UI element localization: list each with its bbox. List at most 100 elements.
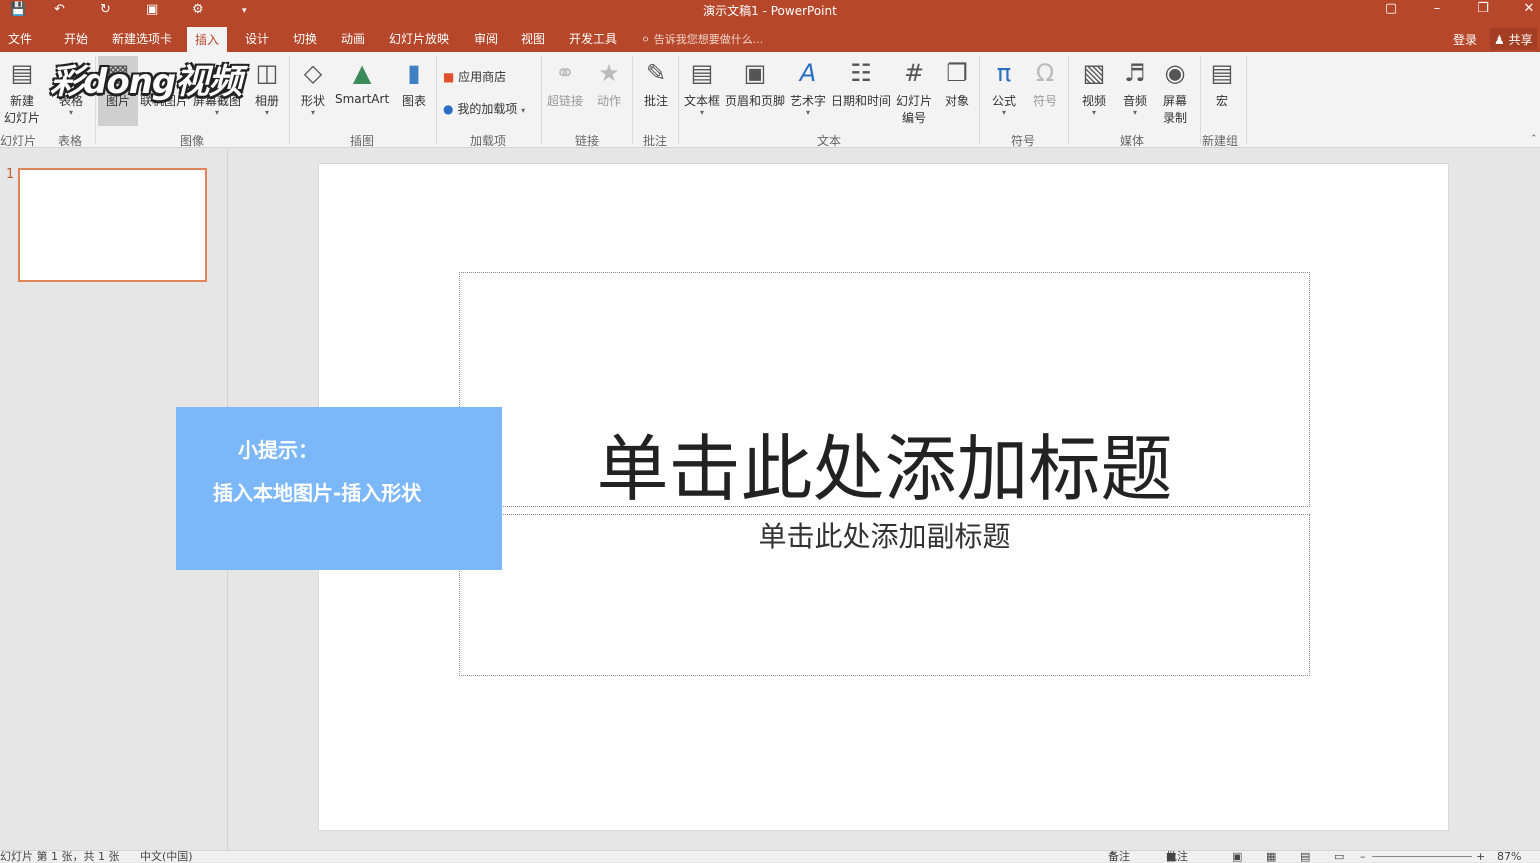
slide-info: 幻灯片 第 1 张，共 1 张 xyxy=(0,850,120,863)
restore-icon[interactable]: ❐ xyxy=(1473,1,1493,16)
store-label: 应用商店 xyxy=(458,70,507,84)
store-icon: ■ xyxy=(443,70,455,84)
comment-button[interactable]: ✎ 批注 xyxy=(641,56,671,109)
tab-developer[interactable]: 开发工具 xyxy=(569,30,617,47)
ribbon-tabs: 文件 开始 新建选项卡 插入 设计 切换 动画 幻灯片放映 审阅 视图 开发工具… xyxy=(0,24,1540,52)
collapse-ribbon-icon[interactable]: ⌃ xyxy=(1530,134,1538,144)
new-slide-label-2: 幻灯片 xyxy=(4,111,41,125)
equation-button[interactable]: π 公式 ▾ xyxy=(989,56,1019,117)
speaker-icon: ♬ xyxy=(1124,59,1146,87)
symbol-button[interactable]: Ω 符号 xyxy=(1030,56,1060,109)
shapes-button[interactable]: ◇ 形状 ▾ xyxy=(298,56,328,117)
textbox-button[interactable]: ▤ 文本框 ▾ xyxy=(684,56,720,117)
tell-me-search[interactable]: ⚪ 告诉我您想要做什么... xyxy=(641,31,763,47)
tab-slideshow[interactable]: 幻灯片放映 xyxy=(389,30,449,47)
video-button[interactable]: ▧ 视频 ▾ xyxy=(1079,56,1109,117)
action-button[interactable]: ★ 动作 xyxy=(594,56,624,109)
hash-icon: # xyxy=(903,59,925,87)
screen-record-icon: ◉ xyxy=(1164,59,1186,87)
macro-label: 宏 xyxy=(1215,94,1228,108)
group-divider xyxy=(1200,56,1201,144)
screen-record-label: 屏幕 xyxy=(1162,94,1187,108)
hyperlink-button[interactable]: ⚭ 超链接 xyxy=(547,56,583,109)
zoom-slider[interactable] xyxy=(1372,856,1472,857)
tab-new-tab[interactable]: 新建选项卡 xyxy=(112,30,172,47)
tab-home[interactable]: 开始 xyxy=(64,30,88,47)
wordart-button[interactable]: A 艺术字 ▾ xyxy=(790,56,826,117)
login-link[interactable]: 登录 xyxy=(1453,31,1477,48)
group-label-symbols: 符号 xyxy=(1011,134,1036,148)
datetime-label: 日期和时间 xyxy=(831,94,892,108)
chart-button[interactable]: ▮ 图表 xyxy=(399,56,429,109)
share-label: 共享 xyxy=(1508,33,1533,47)
store-button[interactable]: ■ 应用商店 xyxy=(443,68,506,85)
smartart-button[interactable]: ▲ SmartArt xyxy=(335,56,389,106)
group-divider xyxy=(541,56,542,144)
new-slide-button[interactable]: ▤ 新建 幻灯片 xyxy=(4,56,40,126)
smartart-label: SmartArt xyxy=(335,92,390,106)
notes-label: 备注 xyxy=(1108,850,1130,863)
group-divider xyxy=(289,56,290,144)
status-bar: 幻灯片 第 1 张，共 1 张 中文(中国) ⌃ 备注 ■ 批注 ▣ ▦ ▤ ▭… xyxy=(0,850,1540,863)
globe-link-icon: ⚭ xyxy=(554,59,576,87)
symbol-label: 符号 xyxy=(1032,94,1057,108)
language-indicator[interactable]: 中文(中国) xyxy=(140,851,193,863)
share-button[interactable]: ♟ 共享 xyxy=(1490,28,1537,50)
slideshow-view-icon[interactable]: ▭ xyxy=(1334,851,1344,863)
chevron-down-icon: ▾ xyxy=(310,108,315,117)
slide-thumbnail[interactable] xyxy=(18,168,207,282)
slide-number-button[interactable]: # 幻灯片 编号 xyxy=(896,56,932,126)
group-divider xyxy=(632,56,633,144)
normal-view-icon[interactable]: ▣ xyxy=(1232,851,1242,863)
omega-icon: Ω xyxy=(1035,59,1055,87)
title-placeholder[interactable]: 单击此处添加标题 xyxy=(459,272,1310,511)
reading-view-icon[interactable]: ▤ xyxy=(1300,851,1310,863)
group-label-media: 媒体 xyxy=(1120,134,1145,148)
tip-heading: 小提示： xyxy=(238,438,318,462)
header-footer-label: 页眉和页脚 xyxy=(725,94,786,108)
object-icon: ❐ xyxy=(946,59,968,87)
window-title: 演示文稿1 - PowerPoint xyxy=(703,4,837,18)
group-label-links: 链接 xyxy=(575,134,600,148)
tab-insert[interactable]: 插入 xyxy=(187,27,228,52)
tab-transitions[interactable]: 切换 xyxy=(293,30,317,47)
zoom-in-icon[interactable]: + xyxy=(1476,851,1485,863)
group-divider xyxy=(678,56,679,144)
my-addins-button[interactable]: ● 我的加载项 ▾ xyxy=(443,100,525,117)
object-button[interactable]: ❐ 对象 xyxy=(942,56,972,109)
wordart-label: 艺术字 xyxy=(790,94,827,108)
macro-icon: ▤ xyxy=(1210,59,1234,87)
macro-button[interactable]: ▤ 宏 xyxy=(1207,56,1237,109)
subtitle-placeholder[interactable]: 单击此处添加副标题 xyxy=(459,514,1310,676)
tab-design[interactable]: 设计 xyxy=(245,30,269,47)
chevron-down-icon: ▾ xyxy=(700,108,705,117)
zoom-level[interactable]: 87% xyxy=(1497,851,1521,863)
chevron-down-icon: ▾ xyxy=(1091,108,1096,117)
close-icon[interactable]: ✕ xyxy=(1519,1,1539,16)
tab-view[interactable]: 视图 xyxy=(521,30,545,47)
lightbulb-icon: ⚪ xyxy=(641,33,651,46)
slide-sorter-icon[interactable]: ▦ xyxy=(1266,851,1276,863)
album-button[interactable]: ◫ 相册 ▾ xyxy=(252,56,282,117)
tab-file[interactable]: 文件 xyxy=(8,30,32,47)
tab-review[interactable]: 审阅 xyxy=(474,30,498,47)
group-label-illustrations: 插图 xyxy=(350,134,375,148)
zoom-out-icon[interactable]: – xyxy=(1360,851,1366,863)
chevron-down-icon: ▾ xyxy=(1132,108,1137,117)
chevron-down-icon: ▾ xyxy=(68,108,73,117)
audio-button[interactable]: ♬ 音频 ▾ xyxy=(1120,56,1150,117)
watermark-logo: 彩dong视频 xyxy=(50,62,242,102)
new-slide-icon: ▤ xyxy=(10,59,34,87)
chevron-down-icon: ▾ xyxy=(264,108,269,117)
subtitle-placeholder-text: 单击此处添加副标题 xyxy=(758,520,1011,553)
group-divider xyxy=(1068,56,1069,144)
ribbon-display-icon[interactable]: ▢ xyxy=(1381,1,1401,16)
slide-number-label-2: 编号 xyxy=(902,111,927,125)
header-footer-button[interactable]: ▣ 页眉和页脚 xyxy=(725,56,785,109)
audio-label: 音频 xyxy=(1122,94,1147,108)
person-icon: ♟ xyxy=(1494,33,1505,47)
minimize-icon[interactable]: – xyxy=(1427,1,1447,16)
screen-record-button[interactable]: ◉ 屏幕 录制 xyxy=(1160,56,1190,126)
datetime-button[interactable]: ☷ 日期和时间 xyxy=(831,56,891,109)
tab-animations[interactable]: 动画 xyxy=(341,30,365,47)
